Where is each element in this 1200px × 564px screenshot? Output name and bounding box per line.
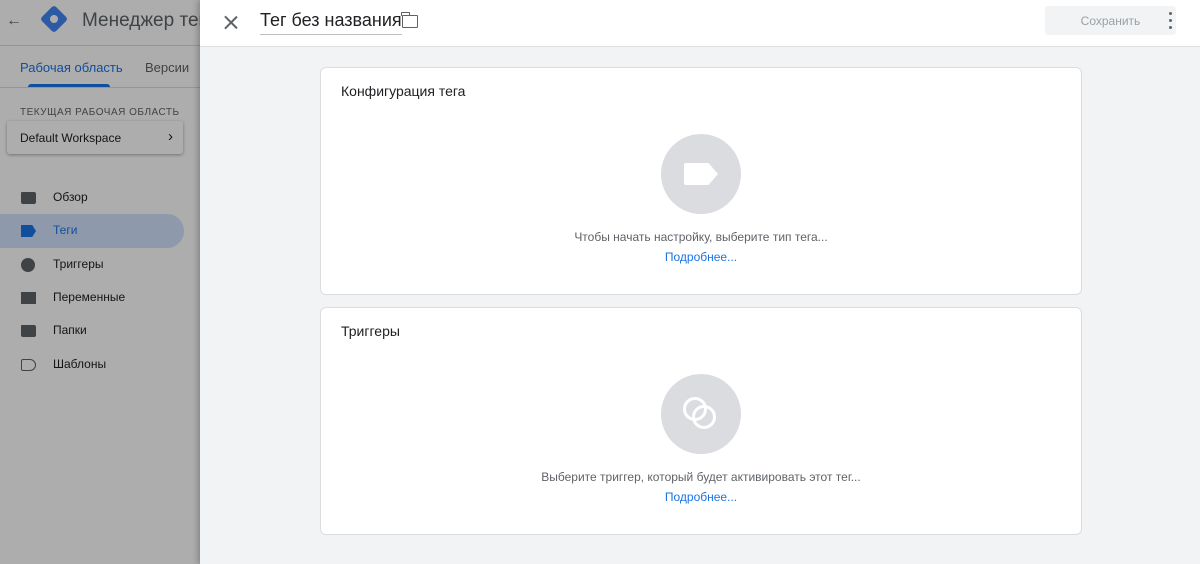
save-button[interactable]: Сохранить: [1045, 6, 1176, 35]
folder-icon[interactable]: [401, 12, 418, 28]
tag-type-placeholder[interactable]: [661, 134, 741, 214]
card-description: Выберите триггер, который будет активиро…: [541, 470, 861, 484]
card-title: Триггеры: [341, 323, 400, 339]
tag-editor-panel: Тег без названия Сохранить Конфигурация …: [200, 0, 1200, 564]
tag-icon: [684, 163, 718, 185]
trigger-placeholder[interactable]: [661, 374, 741, 454]
tag-configuration-card[interactable]: Конфигурация тега Чтобы начать настройку…: [320, 67, 1082, 295]
learn-more-link[interactable]: Подробнее...: [321, 490, 1081, 504]
learn-more-link[interactable]: Подробнее...: [321, 250, 1081, 264]
more-vert-icon[interactable]: [1166, 10, 1176, 32]
panel-header: Тег без названия Сохранить: [200, 0, 1200, 47]
trigger-icon-ring: [692, 405, 716, 429]
card-title: Конфигурация тега: [341, 83, 466, 99]
close-icon[interactable]: [218, 10, 244, 36]
card-description: Чтобы начать настройку, выберите тип тег…: [574, 230, 828, 244]
triggers-card[interactable]: Триггеры Выберите триггер, который будет…: [320, 307, 1082, 535]
tag-name-input[interactable]: Тег без названия: [260, 10, 402, 35]
modal-overlay[interactable]: [0, 0, 200, 564]
